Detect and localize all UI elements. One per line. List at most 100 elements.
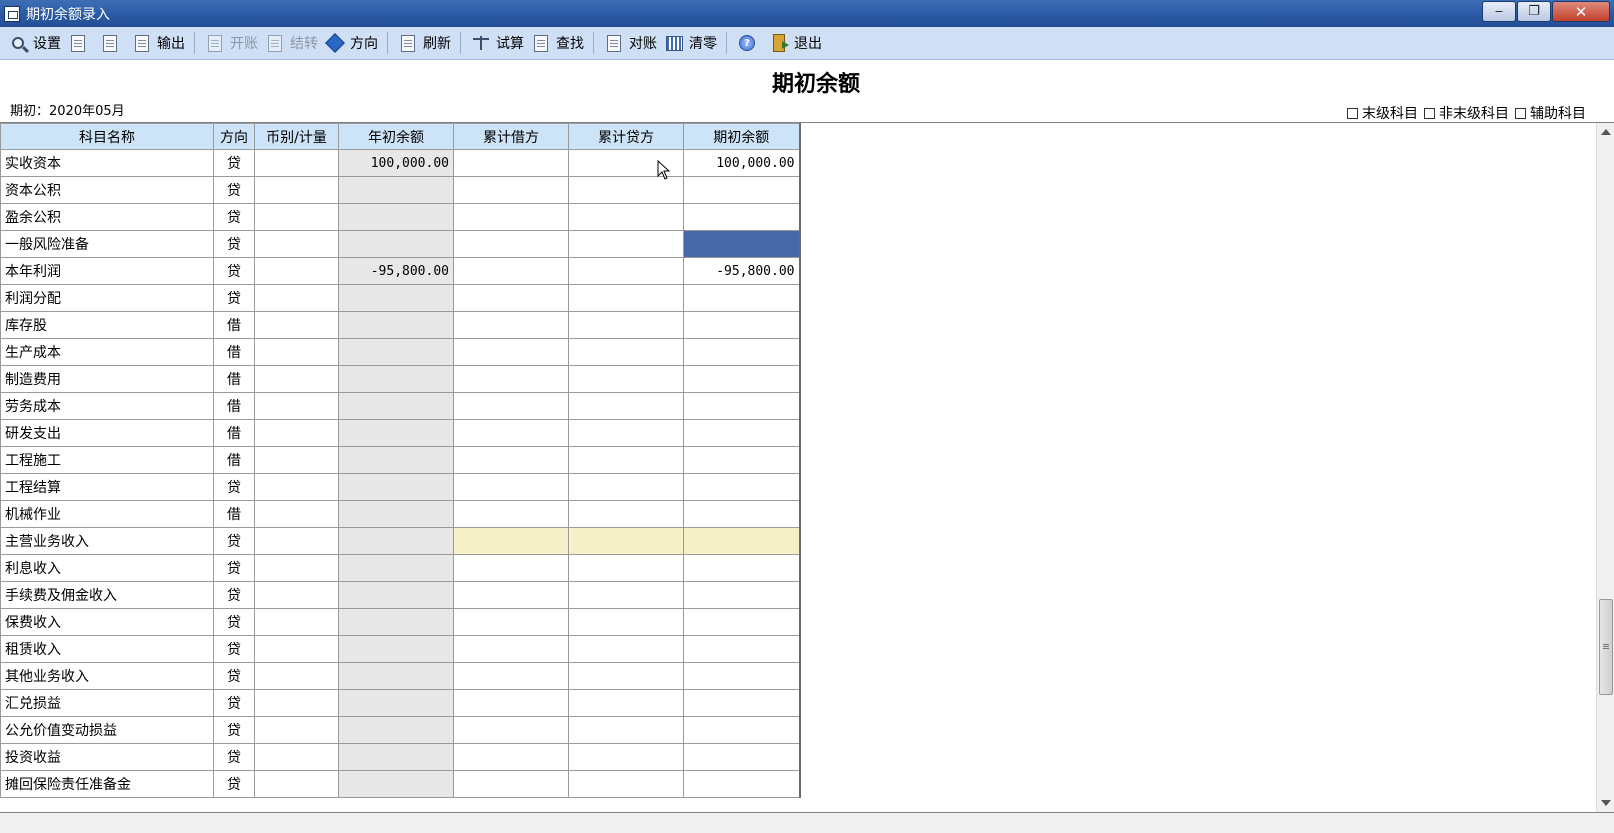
cell-period[interactable] xyxy=(683,392,801,420)
scroll-down-icon[interactable] xyxy=(1601,800,1611,806)
cell-credit[interactable] xyxy=(568,581,684,609)
open-books-button[interactable]: 开账 xyxy=(201,29,261,57)
cell-period[interactable] xyxy=(683,689,801,717)
cell-period[interactable] xyxy=(683,203,801,231)
cell-debit[interactable] xyxy=(453,392,569,420)
cell-debit[interactable] xyxy=(453,365,569,393)
cell-opening[interactable] xyxy=(338,338,454,366)
refresh-button[interactable]: 刷新 xyxy=(394,29,454,57)
cell-debit[interactable] xyxy=(453,635,569,663)
cell-opening[interactable] xyxy=(338,176,454,204)
cell-period[interactable] xyxy=(683,311,801,339)
table-row[interactable]: 制造费用借 xyxy=(0,365,801,393)
cell-credit[interactable] xyxy=(568,284,684,312)
cell-opening[interactable] xyxy=(338,311,454,339)
cell-opening[interactable]: 100,000.00 xyxy=(338,149,454,177)
cell-credit[interactable] xyxy=(568,311,684,339)
table-row[interactable]: 库存股借 xyxy=(0,311,801,339)
cell-debit[interactable] xyxy=(453,527,569,555)
close-button[interactable]: ✕ xyxy=(1552,1,1610,22)
cell-opening[interactable] xyxy=(338,392,454,420)
cell-credit[interactable] xyxy=(568,176,684,204)
table-row[interactable]: 利息收入贷 xyxy=(0,554,801,582)
help-button[interactable]: ? xyxy=(733,29,765,57)
cell-period[interactable] xyxy=(683,446,801,474)
table-row[interactable]: 实收资本贷 100,000.00 100,000.00 xyxy=(0,149,801,177)
minimize-button[interactable]: ‒ xyxy=(1482,1,1516,22)
exit-button[interactable]: 退出 xyxy=(765,29,825,57)
cell-opening[interactable] xyxy=(338,689,454,717)
cell-credit[interactable] xyxy=(568,419,684,447)
cell-credit[interactable] xyxy=(568,203,684,231)
cell-period[interactable] xyxy=(683,554,801,582)
cell-period[interactable] xyxy=(683,770,801,798)
cell-opening[interactable] xyxy=(338,284,454,312)
table-row[interactable]: 研发支出借 xyxy=(0,419,801,447)
cell-debit[interactable] xyxy=(453,581,569,609)
cell-opening[interactable] xyxy=(338,608,454,636)
cell-period[interactable] xyxy=(683,365,801,393)
cell-period[interactable] xyxy=(683,284,801,312)
table-row[interactable]: 资本公积贷 xyxy=(0,176,801,204)
scroll-up-icon[interactable] xyxy=(1601,129,1611,135)
table-row[interactable]: 劳务成本借 xyxy=(0,392,801,420)
cell-credit[interactable] xyxy=(568,770,684,798)
scroll-thumb[interactable] xyxy=(1599,599,1613,695)
cell-debit[interactable] xyxy=(453,662,569,690)
cell-credit[interactable] xyxy=(568,257,684,285)
table-row[interactable]: 工程结算贷 xyxy=(0,473,801,501)
cell-period[interactable] xyxy=(683,419,801,447)
cell-period[interactable]: 100,000.00 xyxy=(683,149,801,177)
cell-opening[interactable] xyxy=(338,473,454,501)
cell-period[interactable] xyxy=(683,527,801,555)
cell-period[interactable] xyxy=(683,230,801,258)
cell-opening[interactable] xyxy=(338,581,454,609)
cell-opening[interactable] xyxy=(338,446,454,474)
cell-period[interactable] xyxy=(683,635,801,663)
cell-credit[interactable] xyxy=(568,473,684,501)
cell-debit[interactable] xyxy=(453,608,569,636)
column-header[interactable]: 方向 xyxy=(213,123,255,150)
column-header[interactable]: 累计贷方 xyxy=(568,123,684,150)
column-header[interactable]: 币别/计量 xyxy=(254,123,339,150)
table-row[interactable]: 生产成本借 xyxy=(0,338,801,366)
cell-opening[interactable] xyxy=(338,365,454,393)
table-row[interactable]: 其他业务收入贷 xyxy=(0,662,801,690)
cell-debit[interactable] xyxy=(453,689,569,717)
cell-period[interactable] xyxy=(683,743,801,771)
print-button[interactable] xyxy=(64,29,96,57)
table-row[interactable]: 手续费及佣金收入贷 xyxy=(0,581,801,609)
cell-opening[interactable] xyxy=(338,203,454,231)
table-row[interactable]: 一般风险准备贷 xyxy=(0,230,801,258)
cell-period[interactable] xyxy=(683,662,801,690)
cell-debit[interactable] xyxy=(453,770,569,798)
cell-credit[interactable] xyxy=(568,527,684,555)
cell-credit[interactable] xyxy=(568,338,684,366)
table-row[interactable]: 汇兑损益贷 xyxy=(0,689,801,717)
cell-debit[interactable] xyxy=(453,743,569,771)
cell-opening[interactable] xyxy=(338,527,454,555)
table-row[interactable]: 摊回保险责任准备金贷 xyxy=(0,770,801,798)
cell-opening[interactable] xyxy=(338,419,454,447)
cell-opening[interactable] xyxy=(338,230,454,258)
column-header[interactable]: 累计借方 xyxy=(453,123,569,150)
cell-credit[interactable] xyxy=(568,230,684,258)
settings-button[interactable]: 设置 xyxy=(4,29,64,57)
cell-period[interactable] xyxy=(683,581,801,609)
cell-debit[interactable] xyxy=(453,338,569,366)
cell-opening[interactable]: -95,800.00 xyxy=(338,257,454,285)
cell-period[interactable] xyxy=(683,608,801,636)
table-row[interactable]: 公允价值变动损益贷 xyxy=(0,716,801,744)
restore-button[interactable]: ❐ xyxy=(1517,1,1551,22)
table-row[interactable]: 租赁收入贷 xyxy=(0,635,801,663)
cell-debit[interactable] xyxy=(453,446,569,474)
cell-credit[interactable] xyxy=(568,743,684,771)
cell-debit[interactable] xyxy=(453,554,569,582)
cell-credit[interactable] xyxy=(568,446,684,474)
cell-opening[interactable] xyxy=(338,743,454,771)
cell-debit[interactable] xyxy=(453,419,569,447)
cell-opening[interactable] xyxy=(338,770,454,798)
cell-opening[interactable] xyxy=(338,554,454,582)
export-button[interactable]: 输出 xyxy=(128,29,188,57)
cell-debit[interactable] xyxy=(453,284,569,312)
